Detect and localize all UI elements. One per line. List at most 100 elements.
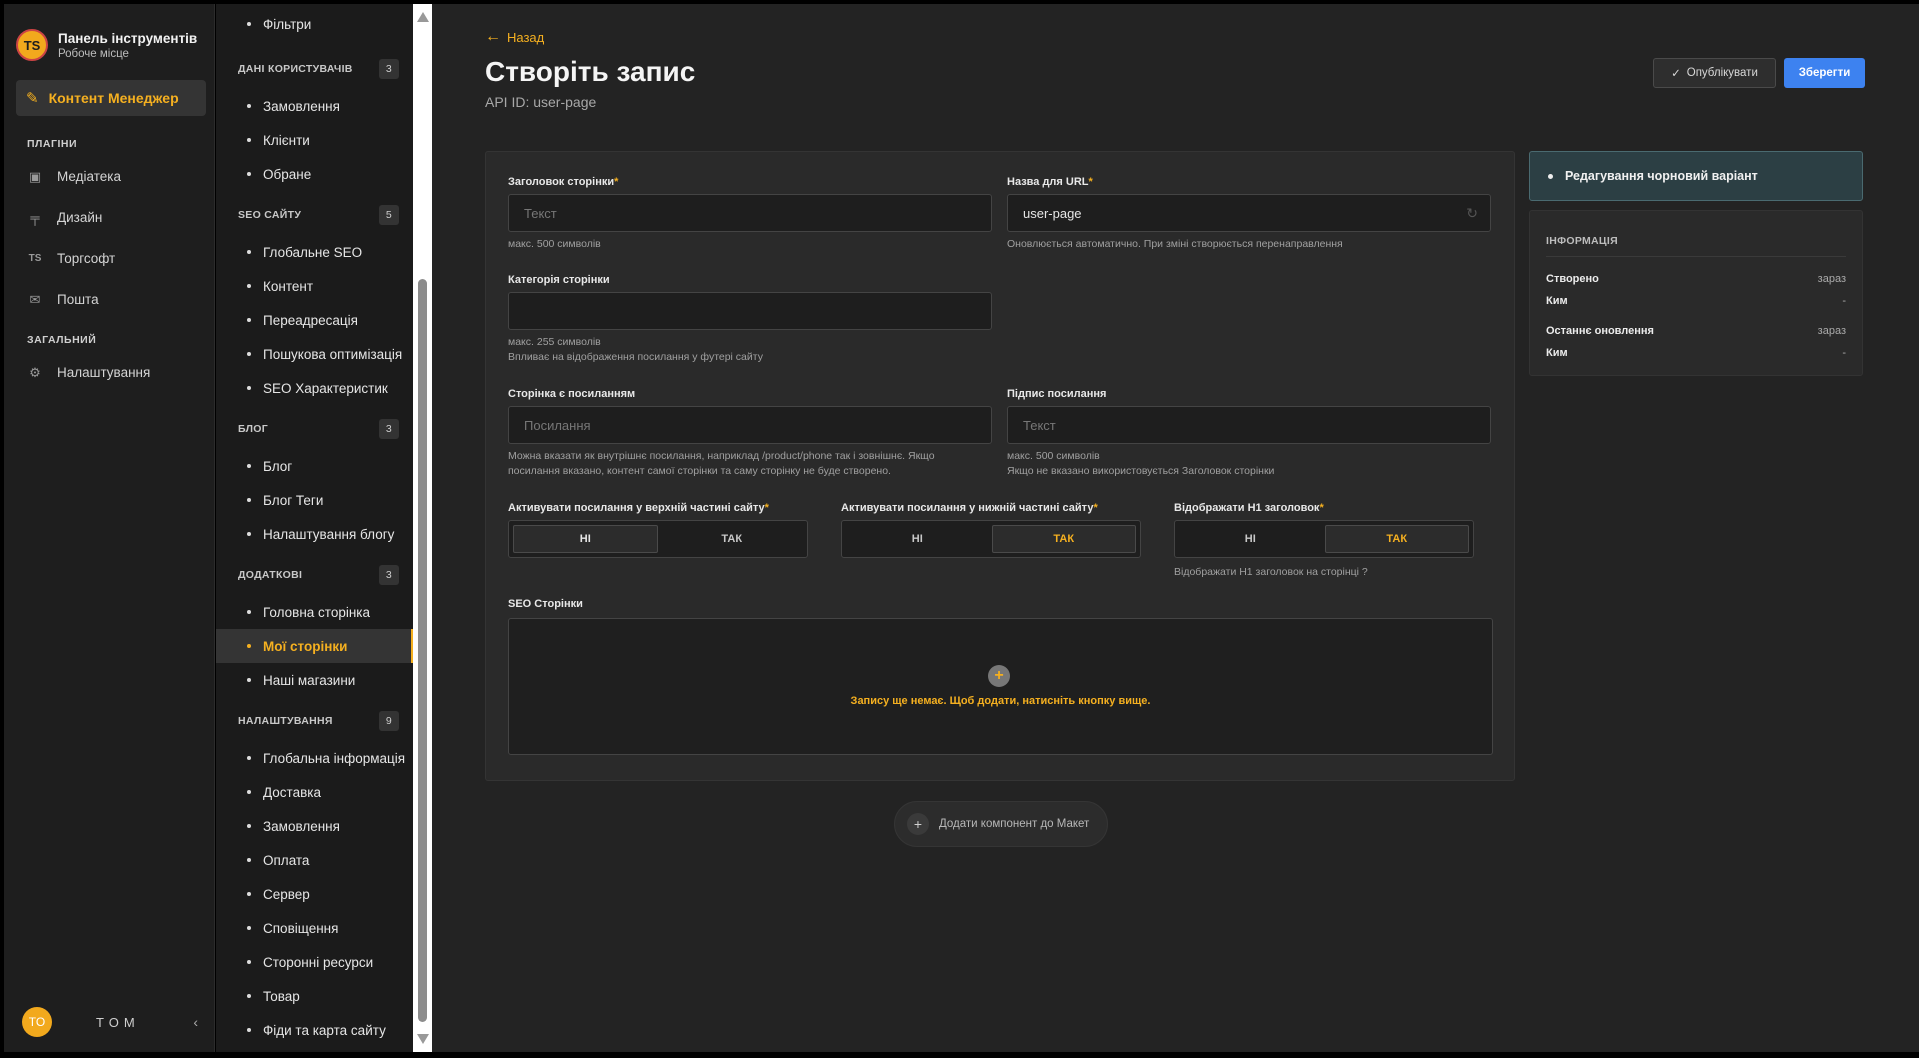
menu-item[interactable]: Глобальна інформація — [216, 741, 413, 775]
caption-input[interactable]: Текст — [1007, 406, 1491, 444]
menu-item[interactable]: Налаштування блогу — [216, 517, 413, 551]
bullet — [247, 318, 251, 322]
menu-item[interactable]: Замовлення — [216, 809, 413, 843]
plus-icon: + — [907, 813, 929, 835]
menu-item[interactable]: Сповіщення — [216, 911, 413, 945]
menu-item[interactable]: Наші магазини — [216, 663, 413, 697]
menu-item[interactable]: Блог — [216, 449, 413, 483]
info-title: ІНФОРМАЦІЯ — [1546, 235, 1618, 247]
menu-item[interactable]: SEO Характеристик — [216, 371, 413, 405]
brand-logo: TS — [16, 29, 48, 61]
menu-item[interactable]: Фіди та карта сайту — [216, 1013, 413, 1047]
nav-settings[interactable]: ⚙ Налаштування — [4, 352, 214, 393]
toggle-h1-label: Відображати H1 заголовок* — [1174, 502, 1324, 514]
info-key: Ким — [1546, 295, 1568, 307]
collapse-sidebar-icon[interactable]: ‹ — [193, 1014, 198, 1030]
page-title-input[interactable]: Текст — [508, 194, 992, 232]
menu-item[interactable]: Клієнти — [216, 123, 413, 157]
bullet — [247, 892, 251, 896]
menu-item[interactable]: Головна сторінка — [216, 595, 413, 629]
menu-item[interactable]: Доставка — [216, 775, 413, 809]
bullet — [247, 352, 251, 356]
nav-torgsoft-label: Торгсофт — [57, 251, 116, 266]
menu-group-title: ДОДАТКОВІ — [238, 569, 303, 581]
link-input[interactable]: Посилання — [508, 406, 992, 444]
label-text: Відображати H1 заголовок — [1174, 502, 1320, 514]
menu-item[interactable]: Замовлення — [216, 89, 413, 123]
menu-item[interactable]: Блог Теги — [216, 483, 413, 517]
menu-scrollbar[interactable] — [413, 4, 432, 1052]
toggle-h1-no[interactable]: НІ — [1179, 525, 1322, 553]
form-card: Заголовок сторінки* Текст макс. 500 симв… — [485, 151, 1515, 781]
nav-content-manager[interactable]: ✎ Контент Менеджер — [16, 80, 206, 116]
bullet — [247, 464, 251, 468]
status-dot — [1548, 173, 1553, 179]
menu-group-title: НАЛАШТУВАННЯ — [238, 715, 333, 727]
publish-button[interactable]: ✓ Опублікувати — [1653, 58, 1776, 88]
menu-item[interactable]: Сервер — [216, 877, 413, 911]
bullet — [247, 644, 251, 648]
brand[interactable]: TS Панель інструментів Робоче місце — [4, 4, 214, 70]
menu-item-label: Оплата — [263, 852, 310, 868]
edit-icon: ✎ — [26, 90, 39, 107]
url-input[interactable]: user-page ↻ — [1007, 194, 1491, 232]
info-updated: Останнє оновлення зараз — [1546, 325, 1846, 337]
menu-item-label: Наші магазини — [263, 672, 356, 688]
menu-item-my-pages[interactable]: Мої сторінки — [216, 629, 413, 663]
menu-item[interactable]: Товар — [216, 979, 413, 1013]
bullet — [247, 756, 251, 760]
placeholder: Посилання — [524, 417, 591, 433]
status-card: Редагування чорновий варіант — [1529, 151, 1863, 201]
toggle-top-label: Активувати посилання у верхній частині с… — [508, 502, 769, 514]
info-key: Створено — [1546, 273, 1599, 285]
info-created-by: Ким - — [1546, 295, 1846, 307]
menu-group-extra[interactable]: ДОДАТКОВІ 3 — [216, 555, 413, 595]
nav-design[interactable]: ╤ Дизайн — [4, 197, 214, 238]
menu-group-count: 9 — [379, 711, 399, 731]
category-input[interactable] — [508, 292, 992, 330]
nav-torgsoft[interactable]: TS Торгсофт — [4, 238, 214, 279]
scroll-down-icon[interactable] — [417, 1034, 429, 1044]
toggle-bottom-no[interactable]: НІ — [846, 525, 989, 553]
toggle-top-yes[interactable]: ТАК — [661, 525, 804, 553]
menu-group-count: 3 — [379, 565, 399, 585]
nav-media[interactable]: ▣ Медіатека — [4, 156, 214, 197]
label-text: Активувати посилання у нижній частині са… — [841, 502, 1094, 514]
toggle-top-no[interactable]: НІ — [513, 525, 658, 553]
menu-group-seo[interactable]: SEO САЙТУ 5 — [216, 195, 413, 235]
refresh-icon[interactable]: ↻ — [1466, 205, 1478, 222]
menu-item[interactable]: Контент — [216, 269, 413, 303]
toggle-h1-yes[interactable]: ТАК — [1324, 525, 1469, 553]
menu-item[interactable]: Глобальне SEO — [216, 235, 413, 269]
menu-item-label: Товар — [263, 988, 300, 1004]
arrow-left-icon: ← — [485, 28, 501, 45]
left-sidebar: TS Панель інструментів Робоче місце ✎ Ко… — [4, 4, 215, 1052]
bullet — [247, 994, 251, 998]
menu-item-filters[interactable]: Фільтри — [216, 7, 413, 41]
add-component-button[interactable]: + Додати компонент до Макет — [894, 801, 1108, 847]
menu-item[interactable]: Переадресація — [216, 303, 413, 337]
info-value: - — [1842, 295, 1846, 307]
hint-line: Можна вказати як внутрішнє посилання, на… — [508, 450, 935, 462]
menu-item-label: Замовлення — [263, 818, 340, 834]
avatar[interactable]: TO — [22, 1007, 52, 1037]
save-button[interactable]: Зберегти — [1784, 58, 1865, 88]
back-link[interactable]: ← Назад — [485, 28, 544, 46]
info-card: ІНФОРМАЦІЯ Створено зараз Ким - Останнє … — [1529, 210, 1863, 376]
toggle-h1-hint: Відображати H1 заголовок на сторінці ? — [1174, 566, 1368, 578]
label-text: Активувати посилання у верхній частині с… — [508, 502, 765, 514]
toggle-bottom-yes[interactable]: ТАК — [991, 525, 1136, 553]
scroll-up-icon[interactable] — [417, 12, 429, 22]
menu-group-blog[interactable]: БЛОГ 3 — [216, 409, 413, 449]
menu-group-user-data[interactable]: ДАНІ КОРИСТУВАЧІВ 3 — [216, 49, 413, 89]
scroll-thumb[interactable] — [418, 279, 427, 1022]
nav-mail[interactable]: ✉ Пошта — [4, 279, 214, 320]
menu-item[interactable]: Обране — [216, 157, 413, 191]
add-seo-icon[interactable]: + — [988, 665, 1010, 687]
menu-item[interactable]: Сторонні ресурси — [216, 945, 413, 979]
menu-item[interactable]: Оплата — [216, 843, 413, 877]
image-icon: ▣ — [28, 168, 42, 184]
toggle-bottom-label: Активувати посилання у нижній частині са… — [841, 502, 1098, 514]
menu-group-settings[interactable]: НАЛАШТУВАННЯ 9 — [216, 701, 413, 741]
menu-item[interactable]: Пошукова оптимізація — [216, 337, 413, 371]
